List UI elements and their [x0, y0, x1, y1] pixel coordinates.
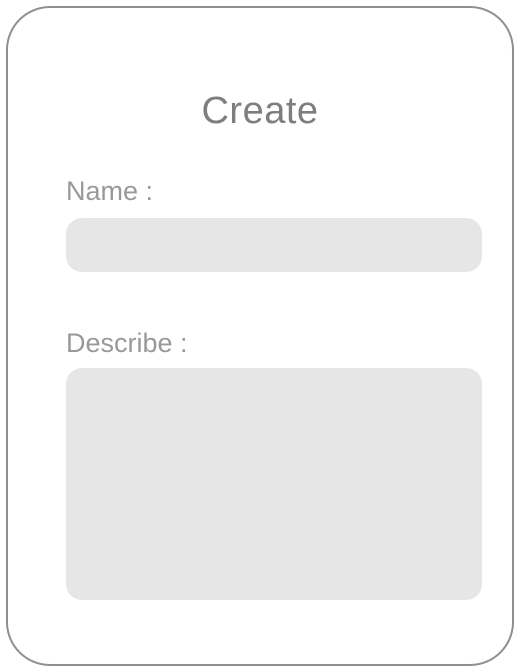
- describe-textarea[interactable]: [66, 368, 482, 600]
- describe-label: Describe :: [66, 328, 188, 358]
- name-label: Name :: [66, 176, 154, 206]
- create-card: Create Name : Describe :: [6, 6, 514, 666]
- form-title: Create: [201, 90, 319, 132]
- name-input[interactable]: [66, 218, 482, 272]
